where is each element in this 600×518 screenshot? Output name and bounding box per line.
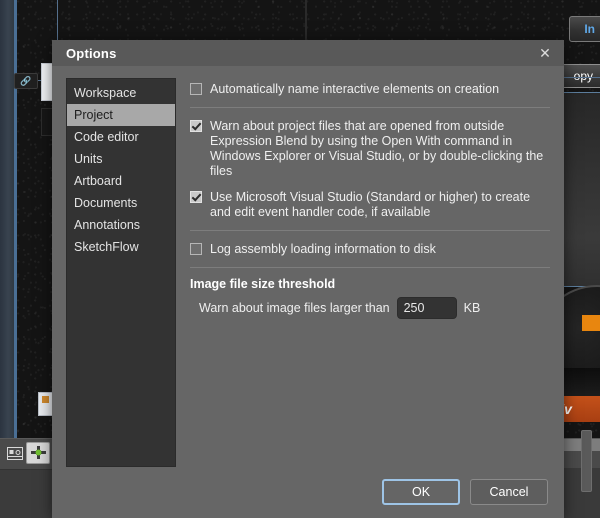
sidebar-item-sketchflow[interactable]: SketchFlow — [67, 236, 175, 258]
checkbox-auto-name[interactable] — [190, 83, 202, 95]
option-use-visual-studio-label: Use Microsoft Visual Studio (Standard or… — [210, 190, 531, 219]
dialog-titlebar[interactable]: Options ✕ — [52, 40, 564, 66]
screen: 🔗 In opy activ — [0, 0, 600, 518]
move-tool-icon[interactable] — [26, 442, 50, 464]
sidebar-item-label: SketchFlow — [74, 240, 139, 254]
option-use-visual-studio-row[interactable]: Use Microsoft Visual Studio (Standard or… — [190, 188, 550, 222]
sidebar-item-label: Units — [74, 152, 103, 166]
dialog-title: Options — [66, 45, 117, 61]
sidebar-item-label: Annotations — [74, 218, 141, 232]
sidebar-item-annotations[interactable]: Annotations — [67, 214, 175, 236]
sidebar-item-label: Code editor — [74, 130, 139, 144]
checkbox-use-visual-studio[interactable] — [190, 191, 202, 203]
sidebar-item-artboard[interactable]: Artboard — [67, 170, 175, 192]
cancel-button[interactable]: Cancel — [470, 479, 548, 505]
orange-accent-chip — [582, 315, 600, 331]
sidebar-item-documents[interactable]: Documents — [67, 192, 175, 214]
sidebar-item-workspace[interactable]: Workspace — [67, 82, 175, 104]
dialog-footer: OK Cancel — [52, 466, 564, 518]
separator-2 — [190, 230, 550, 231]
checkbox-log-assembly[interactable] — [190, 243, 202, 255]
checkbox-warn-external[interactable] — [190, 120, 202, 132]
image-threshold-row: Warn about image files larger than KB — [190, 297, 550, 319]
sidebar-item-label: Project — [74, 108, 113, 122]
option-log-assembly-row[interactable]: Log assembly loading information to disk — [190, 240, 550, 259]
sidebar-item-code-editor[interactable]: Code editor — [67, 126, 175, 148]
grid-icon[interactable] — [4, 443, 26, 463]
link-icon: 🔗 — [14, 73, 38, 89]
image-threshold-input[interactable] — [396, 297, 457, 319]
install-button[interactable]: In — [569, 16, 600, 42]
option-warn-external-row[interactable]: Warn about project files that are opened… — [190, 117, 550, 181]
option-auto-name-label: Automatically name interactive elements … — [210, 82, 500, 96]
vertical-scrollbar-thumb[interactable] — [581, 430, 592, 492]
options-dialog: Options ✕ Workspace Project Code editor … — [52, 40, 564, 518]
option-log-assembly-label: Log assembly loading information to disk — [210, 242, 436, 256]
copy-button[interactable]: opy — [558, 64, 600, 88]
image-threshold-unit: KB — [463, 301, 481, 315]
options-pane: Automatically name interactive elements … — [190, 78, 550, 466]
option-auto-name-row[interactable]: Automatically name interactive elements … — [190, 80, 550, 99]
dialog-body: Workspace Project Code editor Units Artb… — [52, 66, 564, 467]
image-threshold-section-title: Image file size threshold — [190, 277, 336, 291]
category-list[interactable]: Workspace Project Code editor Units Artb… — [66, 78, 176, 467]
sidebar-item-project[interactable]: Project — [67, 104, 175, 126]
sidebar-item-label: Workspace — [74, 86, 137, 100]
separator-1 — [190, 107, 550, 108]
separator-3 — [190, 267, 550, 268]
close-icon[interactable]: ✕ — [532, 42, 558, 64]
ok-button[interactable]: OK — [382, 479, 460, 505]
sidebar-item-label: Artboard — [74, 174, 122, 188]
sidebar-item-units[interactable]: Units — [67, 148, 175, 170]
sidebar-item-label: Documents — [74, 196, 138, 210]
image-threshold-label: Warn about image files larger than — [199, 301, 390, 315]
option-warn-external-label: Warn about project files that are opened… — [210, 119, 544, 178]
